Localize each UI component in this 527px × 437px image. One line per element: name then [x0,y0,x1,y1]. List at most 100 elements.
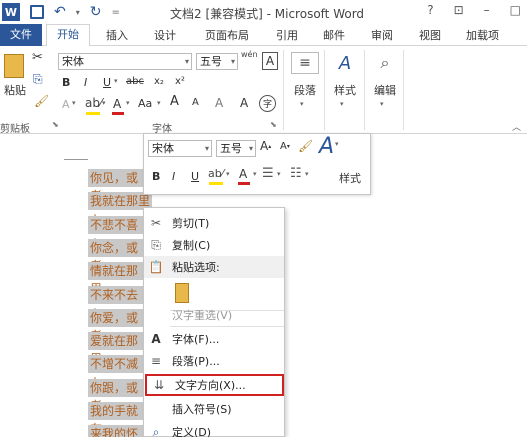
font-launcher-icon[interactable]: ⬊ [270,120,277,129]
bullets-icon[interactable]: ☰ [262,166,274,181]
underline-button[interactable]: U [103,76,111,89]
save-icon[interactable] [30,5,44,19]
highlight-color-icon[interactable]: ab⁄ [85,96,102,110]
tab-file[interactable]: 文件 [0,24,42,46]
chevron-down-icon[interactable]: ▾ [253,170,257,178]
mini-font-combo[interactable]: 宋体 ▾ [148,140,212,157]
tab-home[interactable]: 开始 [46,24,90,47]
chevron-down-icon[interactable]: ▾ [226,170,230,178]
chevron-down-icon[interactable]: ▾ [72,99,76,107]
text-effects-button[interactable]: A [62,98,70,111]
paragraph-icon[interactable]: ≡ [291,52,319,74]
document-line[interactable]: 爱就在那里 [88,332,144,366]
menu-item-cut[interactable]: ✂ 剪切(T) [144,212,284,234]
chevron-down-icon[interactable]: ▾ [335,140,339,148]
chevron-down-icon[interactable]: ▾ [300,100,304,108]
char-shading-button[interactable]: A [240,96,248,110]
styles-icon[interactable]: A [331,52,359,74]
italic-button[interactable]: I [84,76,87,89]
menu-item-font[interactable]: A 字体(F)... [144,328,284,350]
chevron-down-icon[interactable]: ▾ [231,54,235,69]
tab-insert[interactable]: 插入 [106,27,128,43]
enclose-char-button[interactable]: 字 [259,95,276,112]
bold-button[interactable]: B [62,76,70,89]
document-line[interactable]: 你见，或者 [88,169,148,203]
paste-keep-text-button[interactable] [172,280,194,306]
chevron-down-icon[interactable]: ▾ [277,170,281,178]
tab-references[interactable]: 引用 [276,27,298,43]
format-painter-icon[interactable]: 🖌 [34,94,49,108]
numbering-icon[interactable]: ☷ [290,166,302,181]
document-line[interactable]: 情就在那里 [88,262,144,296]
clipboard-launcher-icon[interactable]: ⬊ [52,120,59,129]
paragraph-label[interactable]: 段落 [294,82,316,98]
chevron-down-icon[interactable]: ▾ [249,141,253,156]
menu-item-paragraph[interactable]: ≡ 段落(P)... [144,350,284,372]
document-line[interactable]: 你爱，或者 [88,309,144,343]
chevron-down-icon[interactable]: ▾ [126,99,130,107]
mini-italic-button[interactable]: I [172,170,175,183]
minimize-button[interactable]: – [484,3,490,17]
menu-item-define[interactable]: ⌕ 定义(D) [144,421,284,437]
binoculars-icon[interactable]: ⌕ [371,52,399,74]
mini-shrink-font-button[interactable]: A ▾ [280,141,290,152]
chevron-down-icon[interactable]: ▾ [205,141,209,156]
chevron-down-icon[interactable]: ▾ [340,100,344,108]
ribbon-display-button[interactable]: ⊡ [454,3,464,17]
strikethrough-button[interactable]: abc [126,76,144,87]
underline-dropdown-icon[interactable]: ▾ [114,77,118,85]
copy-icon[interactable]: ⎘ [33,72,43,87]
font-color-button[interactable]: A [113,97,121,111]
chevron-down-icon[interactable]: ▾ [185,54,189,69]
undo-icon[interactable]: ↶ [54,4,66,20]
mini-font-color-button[interactable]: A [239,167,247,181]
font-size-combo[interactable]: 五号 ▾ [196,53,238,70]
mini-grow-font-button[interactable]: A ▴ [260,139,271,153]
tab-addins[interactable]: 加载项 [466,27,499,43]
tab-view[interactable]: 视图 [419,27,441,43]
document-line[interactable]: 你跟，或者 [88,379,144,413]
chevron-down-icon[interactable]: ▾ [157,99,161,107]
grow-font-button[interactable]: A [170,94,179,109]
superscript-button[interactable]: x² [175,76,185,87]
menu-item-insert-symbol[interactable]: 插入符号(S) [144,398,284,420]
undo-dropdown-icon[interactable]: ▾ [76,8,80,17]
phonetic-guide-button[interactable]: wén [241,50,258,59]
redo-icon[interactable]: ↻ [90,4,102,20]
customize-qat-icon[interactable]: = [111,7,119,18]
font-name-combo[interactable]: 宋体 ▾ [58,53,192,70]
shrink-font-button[interactable]: A [192,97,199,108]
document-line[interactable]: 不增不减↓ [88,355,144,389]
document-line[interactable]: 你念，或者 [88,239,144,273]
menu-item-text-direction[interactable]: ⇊ 文字方向(X)... [145,374,284,396]
chevron-down-icon[interactable]: ▾ [102,99,106,107]
mini-bold-button[interactable]: B [152,170,160,183]
tab-review[interactable]: 审阅 [371,27,393,43]
styles-label[interactable]: 样式 [334,82,356,98]
mini-styles-label[interactable]: 样式 [339,170,361,186]
tab-layout[interactable]: 页面布局 [205,27,249,43]
paste-button[interactable] [2,52,26,80]
help-button[interactable]: ? [427,3,433,17]
menu-item-copy[interactable]: ⎘ 复制(C) [144,234,284,256]
menu-item-hanzi-reselect[interactable]: 汉字重选(V) [144,304,284,326]
paste-label[interactable]: 粘贴 [2,82,28,98]
tab-mailings[interactable]: 邮件 [323,27,345,43]
document-line[interactable]: 来我的怀里 [88,425,144,437]
chevron-down-icon[interactable]: ▾ [380,100,384,108]
mini-styles-icon[interactable]: A [319,134,334,159]
clear-formatting-button[interactable]: A [215,96,223,110]
char-border-button[interactable]: A [262,52,278,70]
document-line[interactable]: 我的手就在 [88,402,144,436]
mini-highlight-icon[interactable]: ab⁄ [208,167,224,180]
editing-label[interactable]: 编辑 [374,82,396,98]
cut-icon[interactable]: ✂ [32,50,43,65]
mini-format-painter-icon[interactable]: 🖌 [298,139,313,153]
mini-size-combo[interactable]: 五号 ▾ [216,140,256,157]
chevron-down-icon[interactable]: ▾ [305,170,309,178]
change-case-button[interactable]: Aa [138,97,152,110]
tab-design[interactable]: 设计 [154,27,176,43]
document-line[interactable]: 不悲不喜↓ [88,216,144,250]
collapse-ribbon-icon[interactable]: ︿ [512,120,521,133]
maximize-button[interactable]: □ [510,3,521,17]
